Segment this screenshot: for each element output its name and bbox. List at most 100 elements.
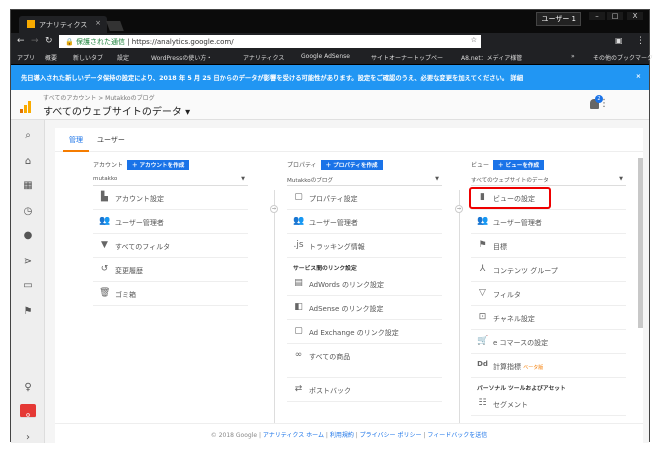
minimize-button[interactable]: – bbox=[589, 12, 605, 20]
close-window-button[interactable]: X bbox=[627, 12, 643, 20]
adexchange-linking[interactable]: ▢ Ad Exchange のリンク設定 bbox=[287, 320, 442, 344]
building-icon: ▙ bbox=[101, 192, 108, 202]
property-selector[interactable]: Mutakkoのブログ ▼ bbox=[287, 172, 442, 186]
adsense-icon: ◧ bbox=[294, 302, 303, 312]
close-banner-icon[interactable]: × bbox=[636, 73, 641, 80]
divider bbox=[274, 190, 275, 440]
view-user-management[interactable]: 👥 ユーザー管理者 bbox=[471, 210, 626, 234]
segments[interactable]: ☷ セグメント bbox=[471, 392, 626, 416]
bookmark[interactable]: Google AdSense bbox=[301, 53, 350, 60]
users-icon: 👥 bbox=[293, 216, 305, 226]
beta-badge: ベータ版 bbox=[523, 365, 544, 371]
analytics-home-link[interactable]: アナリティクス ホーム bbox=[263, 432, 324, 439]
forward-icon[interactable]: → bbox=[31, 36, 39, 46]
expand-icon[interactable]: › bbox=[20, 430, 36, 446]
postback[interactable]: ⇄ ポストバック bbox=[287, 378, 442, 402]
ecommerce-settings[interactable]: 🛒 e コマースの設定 bbox=[471, 330, 626, 354]
view-filters[interactable]: ▽ フィルタ bbox=[471, 282, 626, 306]
home-icon[interactable]: ⌂ bbox=[20, 154, 36, 170]
all-products[interactable]: ∞ すべての商品 bbox=[287, 344, 442, 378]
account-settings[interactable]: ▙ アカウント設定 bbox=[93, 186, 248, 210]
other-bookmarks[interactable]: その他のブックマーク bbox=[593, 53, 653, 62]
tracking-info[interactable]: .js トラッキング情報 bbox=[287, 234, 442, 258]
bookmark[interactable]: アナリティクス bbox=[243, 53, 284, 62]
banner-text: 先日導入された新しいデータ保持の設定により、2018 年 5 月 25 日からの… bbox=[21, 75, 509, 82]
admin-gear-icon[interactable]: ⚙ bbox=[20, 404, 36, 419]
audience-icon[interactable]: ● bbox=[20, 228, 36, 244]
content-group-icon: ⅄ bbox=[479, 264, 486, 274]
new-tab-button[interactable] bbox=[106, 21, 124, 31]
bookmark[interactable]: A8.net：メディア様管 bbox=[461, 53, 522, 62]
property-user-management[interactable]: 👥 ユーザー管理者 bbox=[287, 210, 442, 234]
feedback-link[interactable]: フィードバックを送信 bbox=[427, 432, 487, 439]
filter-icon: ▼ bbox=[101, 240, 108, 250]
acquisition-icon[interactable]: ⋗ bbox=[20, 254, 36, 270]
maximize-button[interactable]: □ bbox=[607, 12, 623, 20]
adwords-linking[interactable]: ▤ AdWords のリンク設定 bbox=[287, 272, 442, 296]
bookmark[interactable]: 新しいタブ bbox=[73, 53, 103, 62]
all-filters[interactable]: ▼ すべてのフィルタ bbox=[93, 234, 248, 258]
create-view-button[interactable]: ＋ ビューを作成 bbox=[493, 160, 545, 170]
cart-icon: 🛒 bbox=[477, 336, 489, 346]
bookmark-apps[interactable]: アプリ bbox=[17, 53, 35, 62]
menu-icon[interactable]: ⋮ bbox=[636, 36, 645, 46]
realtime-icon[interactable]: ◷ bbox=[20, 204, 36, 220]
bookmark[interactable]: WordPressの使い方・ bbox=[151, 53, 212, 62]
create-account-button[interactable]: ＋ アカウントを作成 bbox=[127, 160, 190, 170]
view-column: ビュー＋ ビューを作成 すべてのウェブサイトのデータ ▼ ▮ ビューの設定 👥 ユーザ… bbox=[469, 160, 626, 416]
bookmark[interactable]: 設定 bbox=[117, 53, 129, 62]
highlight-box bbox=[469, 187, 551, 209]
property-settings[interactable]: ▢ プロパティ設定 bbox=[287, 186, 442, 210]
profile-button[interactable]: ユーザー 1 bbox=[536, 12, 581, 26]
scrollbar[interactable] bbox=[638, 158, 643, 328]
tab-user[interactable]: ユーザー bbox=[97, 135, 125, 145]
back-icon[interactable]: ← bbox=[17, 36, 25, 46]
conversions-icon[interactable]: ⚑ bbox=[20, 304, 36, 320]
view-settings[interactable]: ▮ ビューの設定 bbox=[469, 186, 626, 210]
customization-icon[interactable]: ▦ bbox=[20, 178, 36, 194]
trash-icon: 🗑 bbox=[99, 288, 111, 298]
calculated-metrics[interactable]: Dd 計算指標 ベータ版 bbox=[471, 354, 626, 378]
view-selector[interactable]: すべてのウェブサイトのデータ ▾ bbox=[43, 103, 190, 118]
tab-admin[interactable]: 管理 bbox=[63, 135, 89, 152]
copyright: © 2018 Google | bbox=[210, 432, 261, 439]
lock-icon: 🔒 bbox=[65, 38, 76, 46]
bookmarks-bar: アプリ 概要 新しいタブ 設定 WordPressの使い方・ アナリティクス G… bbox=[11, 50, 653, 64]
bookmark[interactable]: 概要 bbox=[45, 53, 57, 62]
content-grouping[interactable]: ⅄ コンテンツ グループ bbox=[471, 258, 626, 282]
history-icon: ↺ bbox=[100, 264, 109, 274]
create-property-button[interactable]: ＋ プロパティを作成 bbox=[320, 160, 383, 170]
sidebar: ⌕ ⌂ ▦ ◷ ● ⋗ ▭ ⚑ ♀ ⚙ › bbox=[11, 120, 45, 443]
browser-tab[interactable]: アナリティクス × bbox=[19, 16, 107, 33]
reload-icon[interactable]: ↻ bbox=[45, 36, 53, 46]
channel-settings[interactable]: ⊡ チャネル設定 bbox=[471, 306, 626, 330]
privacy-link[interactable]: プライバシー ポリシー bbox=[360, 432, 422, 439]
account-user-management[interactable]: 👥 ユーザー管理者 bbox=[93, 210, 248, 234]
search-icon[interactable]: ⌕ bbox=[20, 128, 36, 144]
terms-link[interactable]: 利用規約 bbox=[330, 432, 354, 439]
account-selector[interactable]: mutakko ▼ bbox=[93, 172, 248, 186]
personal-tools-heading: パーソナル ツールおよびアセット bbox=[477, 386, 566, 392]
users-icon: 👥 bbox=[99, 216, 111, 226]
extension-icon[interactable]: ▣ bbox=[615, 36, 623, 45]
behavior-icon[interactable]: ▭ bbox=[20, 278, 36, 294]
flag-icon: ⚑ bbox=[478, 240, 487, 250]
more-bookmarks[interactable]: » bbox=[571, 53, 575, 60]
more-options-icon[interactable]: ⋮ bbox=[599, 98, 609, 109]
trash[interactable]: 🗑 ゴミ箱 bbox=[93, 282, 248, 306]
breadcrumb[interactable]: すべてのアカウント > Mutakkoのブログ bbox=[43, 93, 155, 102]
star-icon[interactable]: ☆ bbox=[471, 36, 477, 44]
secure-label: 保護された通信 bbox=[75, 38, 125, 46]
bookmark[interactable]: サイトオーナートップペー bbox=[371, 53, 443, 62]
close-tab-icon[interactable]: × bbox=[95, 19, 101, 27]
goals[interactable]: ⚑ 目標 bbox=[471, 234, 626, 258]
channel-icon: ⊡ bbox=[478, 312, 487, 322]
change-history[interactable]: ↺ 変更履歴 bbox=[93, 258, 248, 282]
address-bar[interactable]: 🔒 保護された通信 | https://analytics.google.com… bbox=[59, 35, 481, 48]
view-selector-dropdown[interactable]: すべてのウェブサイトのデータ ▼ bbox=[471, 172, 626, 186]
adsense-linking[interactable]: ◧ AdSense のリンク設定 bbox=[287, 296, 442, 320]
banner-details-link[interactable]: 詳細 bbox=[510, 75, 523, 82]
title-bar: アナリティクス × ユーザー 1 – □ X bbox=[11, 10, 649, 33]
toolbar: ← → ↻ 🔒 保護された通信 | https://analytics.goog… bbox=[11, 33, 649, 50]
discover-icon[interactable]: ♀ bbox=[20, 380, 36, 396]
